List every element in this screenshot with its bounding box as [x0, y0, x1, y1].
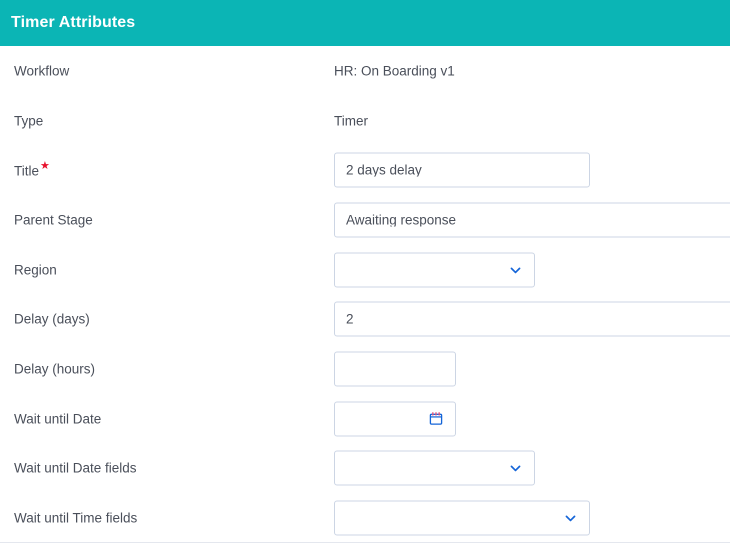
label-parent-stage: Parent Stage — [14, 212, 93, 228]
parent-stage-input[interactable]: Awaiting response — [334, 202, 730, 238]
form-row-wait-until-date: Wait until Date — [0, 394, 730, 444]
form-row-region: Region — [0, 245, 730, 295]
attributes-form: Workflow HR: On Boarding v1 Type Timer T… — [0, 46, 730, 547]
title-input[interactable]: 2 days delay — [334, 152, 590, 188]
delay-days-input[interactable]: 2 — [334, 301, 730, 337]
form-row-parent-stage: Parent Stage Awaiting response — [0, 195, 730, 245]
label-title-text: Title — [14, 163, 40, 179]
chevron-down-icon[interactable] — [502, 253, 528, 286]
label-type: Type — [14, 112, 44, 128]
label-workflow: Workflow — [14, 63, 70, 79]
panel-header: Timer Attributes — [0, 0, 730, 46]
wait-until-time-fields-dropdown[interactable] — [334, 500, 590, 536]
label-delay-days: Delay (days) — [14, 311, 90, 327]
form-row-delay-hours: Delay (hours) — [0, 344, 730, 394]
chevron-down-icon[interactable] — [557, 502, 583, 535]
form-row-title: Title★ 2 days delay — [0, 145, 730, 195]
region-dropdown[interactable] — [334, 252, 535, 288]
value-workflow: HR: On Boarding v1 — [334, 63, 455, 79]
label-delay-hours: Delay (hours) — [14, 361, 96, 377]
wait-until-date-input[interactable] — [334, 401, 456, 437]
form-row-workflow: Workflow HR: On Boarding v1 — [0, 46, 730, 96]
label-wait-until-date: Wait until Date — [14, 410, 102, 426]
wait-until-date-fields-dropdown[interactable] — [334, 450, 535, 486]
delay-hours-input[interactable] — [334, 351, 456, 387]
title-input-value: 2 days delay — [346, 163, 422, 177]
label-title: Title★ — [14, 160, 50, 179]
label-region: Region — [14, 261, 57, 277]
label-wait-until-date-fields: Wait until Date fields — [14, 460, 137, 476]
value-type: Timer — [334, 112, 368, 128]
required-star-icon: ★ — [40, 160, 50, 173]
parent-stage-input-value: Awaiting response — [346, 213, 457, 227]
label-wait-until-time-fields: Wait until Time fields — [14, 510, 138, 526]
timer-attributes-panel: Timer Attributes Workflow HR: On Boardin… — [0, 0, 730, 547]
calendar-icon[interactable] — [423, 402, 449, 435]
chevron-down-icon[interactable] — [502, 452, 528, 485]
form-row-type: Type Timer — [0, 96, 730, 146]
form-row-wait-until-time-fields: Wait until Time fields — [0, 493, 730, 543]
form-row-delay-days: Delay (days) 2 — [0, 295, 730, 345]
form-row-wait-until-date-fields: Wait until Date fields — [0, 444, 730, 494]
row-divider — [0, 541, 730, 543]
delay-days-input-value: 2 — [346, 312, 354, 327]
page-title: Timer Attributes — [11, 14, 136, 31]
